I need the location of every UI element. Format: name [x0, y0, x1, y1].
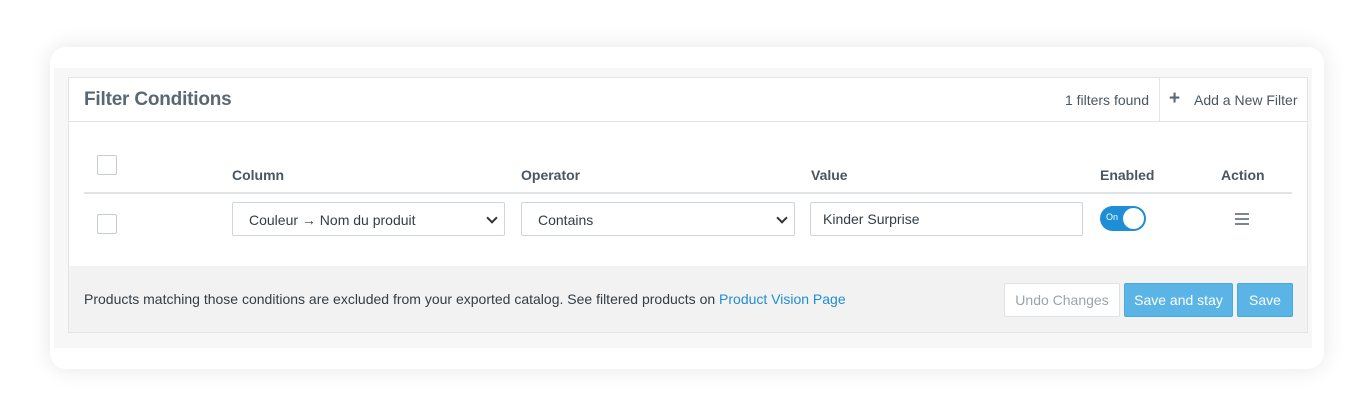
filter-conditions-panel: Filter Conditions 1 filters found + Add … — [68, 77, 1308, 333]
add-filter-button[interactable]: + Add a New Filter — [1159, 78, 1307, 121]
footer-message-text: Products matching those conditions are e… — [84, 291, 720, 307]
panel-footer: Products matching those conditions are e… — [69, 266, 1307, 332]
operator-select[interactable]: Contains — [521, 202, 795, 236]
select-all-checkbox[interactable] — [97, 155, 117, 175]
column-header-action: Action — [1221, 167, 1265, 183]
plus-icon: + — [1169, 88, 1181, 109]
column-header-value: Value — [811, 167, 848, 183]
panel-title: Filter Conditions — [84, 89, 232, 110]
undo-changes-button[interactable]: Undo Changes — [1004, 283, 1120, 317]
add-filter-label: Add a New Filter — [1194, 92, 1298, 108]
table-row: Couleur → Nom du produit Contains On — [84, 196, 1292, 266]
footer-message: Products matching those conditions are e… — [84, 291, 846, 307]
column-select[interactable]: Couleur → Nom du produit — [232, 202, 505, 236]
chevron-down-icon — [776, 212, 788, 224]
column-header-column: Column — [232, 167, 285, 183]
filters-count: 1 filters found — [1064, 92, 1149, 108]
save-button[interactable]: Save — [1237, 283, 1293, 317]
save-and-stay-button[interactable]: Save and stay — [1124, 283, 1233, 317]
enabled-toggle[interactable]: On — [1100, 206, 1146, 231]
value-input[interactable] — [810, 202, 1083, 236]
column-header-enabled: Enabled — [1100, 167, 1155, 183]
product-vision-link[interactable]: Product Vision Page — [719, 291, 846, 307]
hamburger-menu-icon[interactable] — [1235, 213, 1249, 225]
column-header-operator: Operator — [521, 167, 581, 183]
operator-select-value: Contains — [538, 212, 594, 228]
row-checkbox[interactable] — [97, 214, 117, 234]
chevron-down-icon — [486, 212, 498, 224]
toggle-on-label: On — [1106, 212, 1119, 222]
table-header: Column Operator Value Enabled Action — [84, 148, 1292, 194]
toggle-knob — [1123, 208, 1144, 229]
column-select-value: Couleur → Nom du produit — [249, 212, 416, 228]
panel-header: Filter Conditions 1 filters found + Add … — [69, 78, 1307, 122]
